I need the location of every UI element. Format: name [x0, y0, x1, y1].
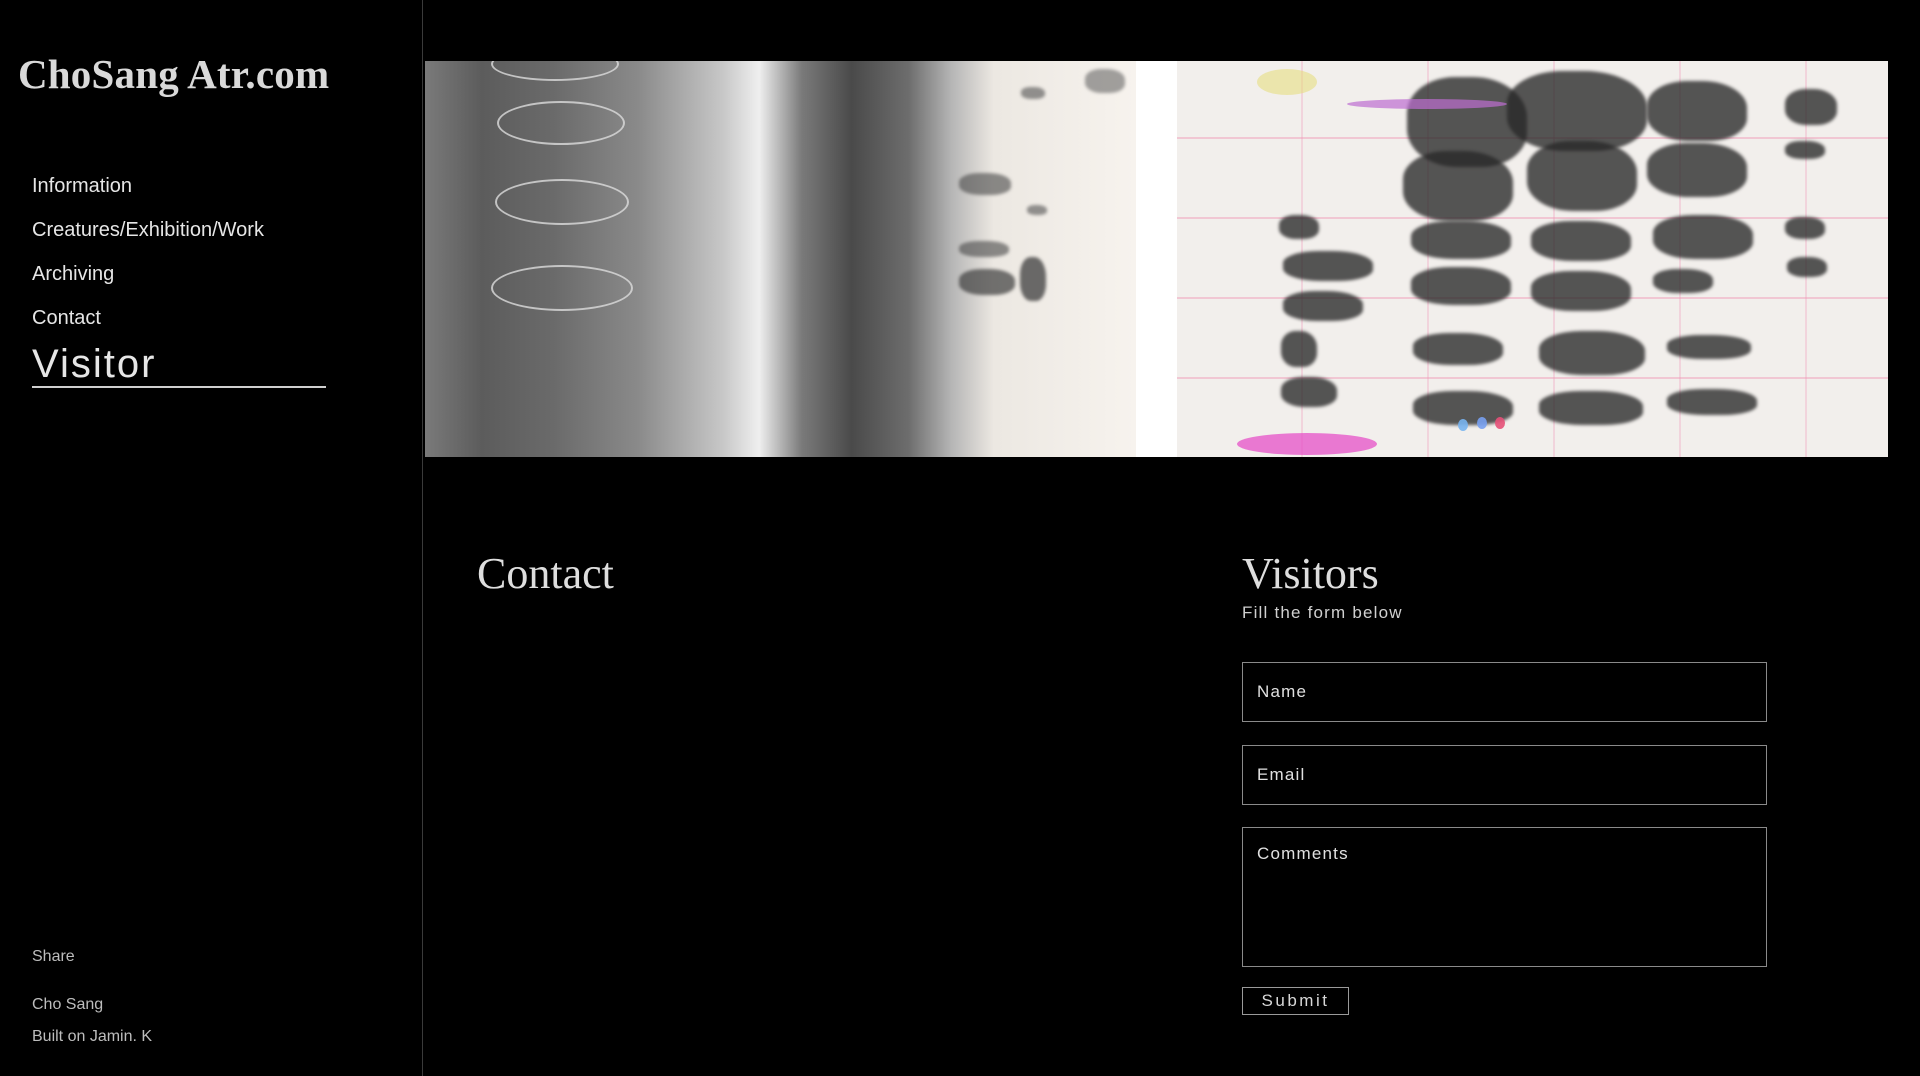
nav-item-archiving[interactable]: Archiving	[32, 258, 326, 302]
artwork-image-left	[425, 61, 1136, 457]
nav-item-creatures-exhibition-work[interactable]: Creatures/Exhibition/Work	[32, 214, 326, 258]
author-name: Cho Sang	[32, 996, 104, 1013]
main-nav: Information Creatures/Exhibition/Work Ar…	[32, 170, 326, 388]
nav-item-contact[interactable]: Contact	[32, 302, 326, 346]
comments-textarea[interactable]	[1242, 827, 1767, 967]
share-link[interactable]: Share	[32, 948, 152, 966]
submit-button[interactable]: Submit	[1242, 987, 1349, 1015]
contact-heading: Contact	[477, 549, 614, 598]
built-credit: Built on Jamin. K	[32, 1028, 153, 1045]
artwork-divider	[1136, 61, 1177, 457]
sidebar: ChoSang Atr.com Information Creatures/Ex…	[0, 0, 423, 1076]
nav-item-information[interactable]: Information	[32, 170, 326, 214]
sidebar-footer: Share Cho Sang Built on Jamin. K	[32, 948, 152, 1060]
visitors-subheading: Fill the form below	[1242, 603, 1403, 622]
top-bar	[424, 0, 1920, 61]
artwork-image-right	[1177, 61, 1888, 457]
visitors-heading: Visitors	[1242, 549, 1379, 598]
name-input[interactable]	[1242, 662, 1767, 722]
site-title[interactable]: ChoSang Atr.com	[18, 50, 329, 98]
email-input[interactable]	[1242, 745, 1767, 805]
nav-item-visitor[interactable]: Visitor	[32, 342, 326, 388]
